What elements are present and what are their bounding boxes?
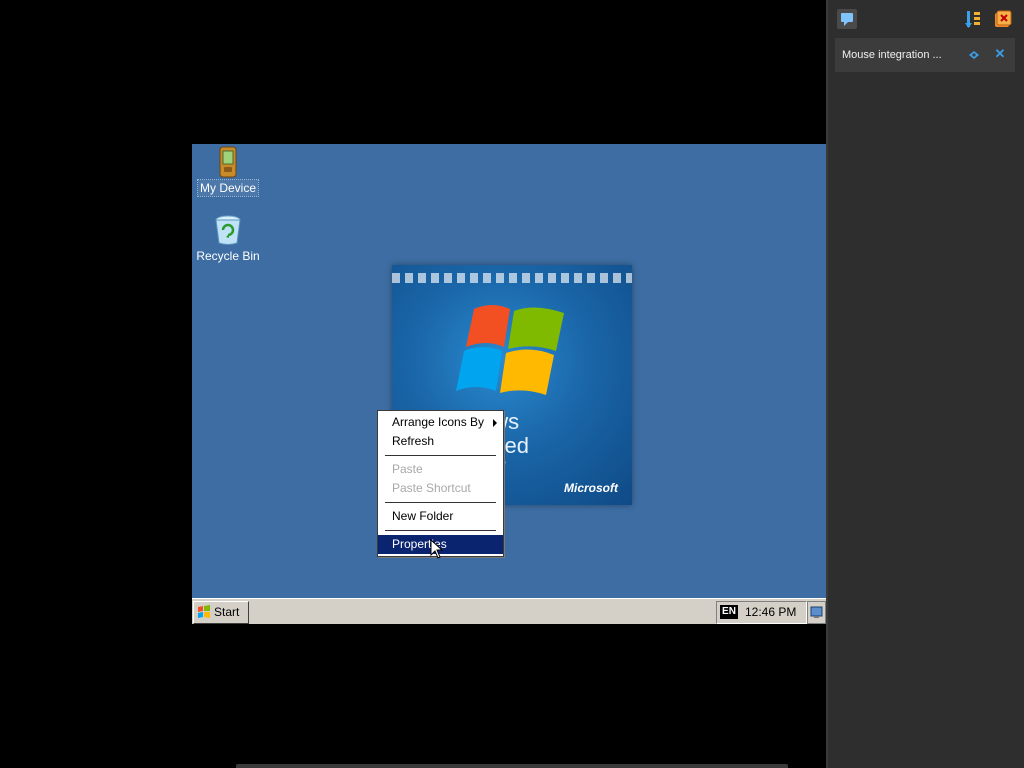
wallpaper-dots [392, 273, 632, 283]
windows-flag-logo [456, 305, 564, 395]
language-indicator[interactable]: EN [720, 605, 738, 619]
system-tray: EN 12:46 PM [716, 601, 807, 624]
chat-bubble-icon[interactable] [836, 8, 858, 30]
start-label: Start [214, 605, 240, 619]
desktop-icon-label: Recycle Bin [196, 249, 260, 263]
host-side-panel: Mouse integration ... ✕ [826, 0, 1024, 768]
notification-settings-icon[interactable] [968, 50, 980, 60]
host-bottom-bar [236, 764, 788, 768]
menu-item-new-folder[interactable]: New Folder [378, 507, 503, 526]
menu-item-arrange-icons-by[interactable]: Arrange Icons By [378, 413, 503, 432]
sort-icon[interactable] [962, 8, 984, 30]
menu-item-paste-shortcut: Paste Shortcut [378, 479, 503, 498]
desktop-context-menu: Arrange Icons By Refresh Paste Paste Sho… [377, 410, 504, 557]
windows-flag-icon [198, 605, 210, 618]
taskbar: Start EN 12:46 PM [192, 598, 826, 624]
handheld-device-icon [219, 146, 237, 178]
notification-text: Mouse integration ... [842, 49, 942, 61]
desktop-icon [810, 606, 823, 618]
notification-mouse-integration[interactable]: Mouse integration ... ✕ [835, 38, 1015, 72]
menu-item-label: Paste Shortcut [392, 481, 471, 495]
clear-notifications-icon[interactable] [992, 8, 1014, 30]
menu-item-label: Refresh [392, 434, 435, 448]
desktop-icon-label: My Device [196, 179, 260, 197]
menu-item-label: Arrange Icons By [392, 415, 485, 429]
start-button[interactable]: Start [193, 601, 249, 624]
show-desktop-button[interactable] [807, 601, 826, 624]
menu-item-label: New Folder [392, 509, 454, 523]
menu-item-refresh[interactable]: Refresh [378, 432, 503, 451]
vm-screen[interactable]: My Device Recycle Bin ows dded t 7 Micro… [192, 144, 826, 624]
desktop-icon-recycle-bin[interactable]: Recycle Bin [192, 214, 268, 264]
submenu-arrow-icon [493, 419, 497, 427]
notification-close-icon[interactable]: ✕ [993, 46, 1007, 62]
menu-item-label: Paste [392, 462, 423, 476]
wallpaper-brand: Microsoft [564, 481, 618, 495]
desktop-icon-my-device[interactable]: My Device [192, 146, 268, 197]
recycle-bin-icon [215, 215, 241, 245]
menu-separator [385, 502, 496, 503]
menu-separator [385, 530, 496, 531]
mouse-cursor-icon [430, 539, 444, 559]
taskbar-clock[interactable]: 12:46 PM [745, 602, 796, 623]
menu-item-paste: Paste [378, 460, 503, 479]
menu-separator [385, 455, 496, 456]
